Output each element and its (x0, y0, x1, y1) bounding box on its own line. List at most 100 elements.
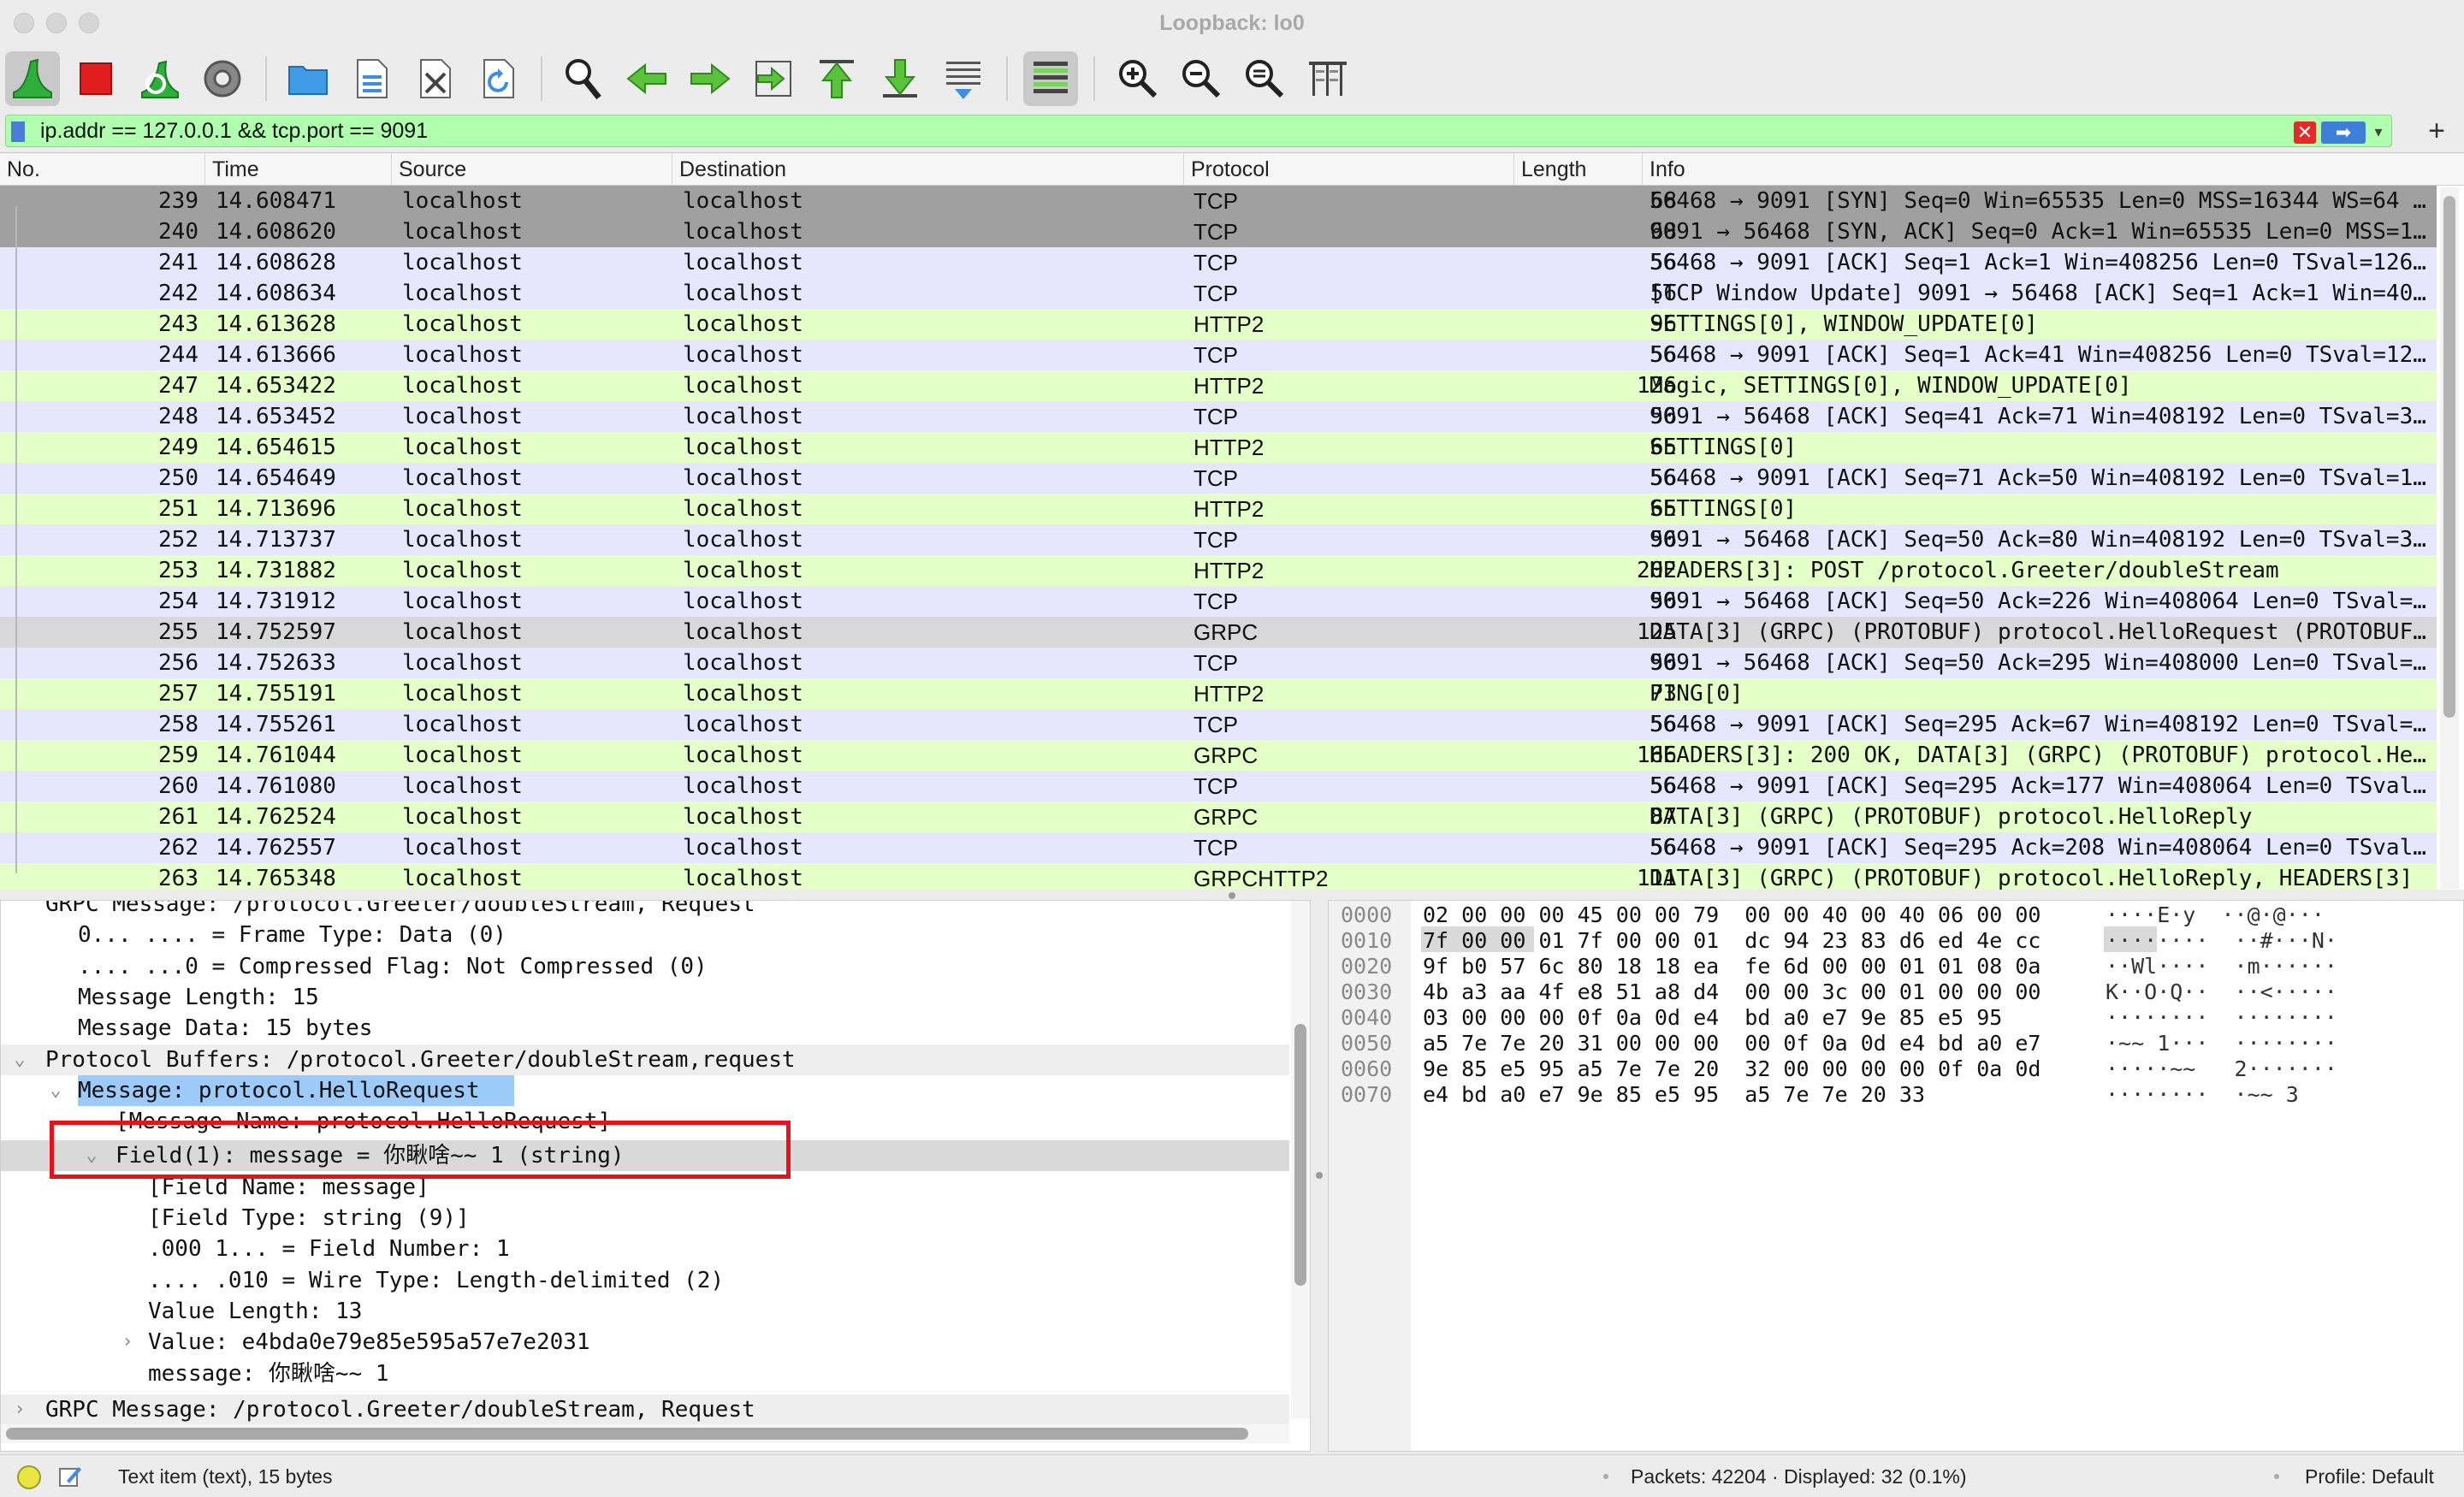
start-capture-button[interactable] (5, 51, 60, 106)
detail-tree-item[interactable]: ⌄ Message: protocol.HelloRequest (1, 1074, 1289, 1106)
apply-filter-icon[interactable]: ➡ (2321, 121, 2366, 144)
zoom-in-button[interactable] (1111, 51, 1165, 106)
bytes-ascii[interactable]: ·····~~ 2······· (2106, 1056, 2337, 1082)
detail-tree-item[interactable]: Value Length: 13 (1, 1296, 1289, 1327)
packet-row[interactable]: 253 14.731882 localhost localhost HTTP2 202 HE… (0, 555, 2437, 586)
packet-row[interactable]: 254 14.731912 localhost localhost TCP 56 9091 … (0, 586, 2437, 617)
packet-row[interactable]: 256 14.752633 localhost localhost TCP 56 9091 … (0, 648, 2437, 678)
packet-row[interactable]: 258 14.755261 localhost localhost TCP 56 56468… (0, 709, 2437, 740)
reload-file-button[interactable] (471, 51, 525, 106)
packet-row[interactable]: 262 14.762557 localhost localhost TCP 56 56468… (0, 832, 2437, 863)
go-to-packet-button[interactable] (746, 51, 801, 106)
packet-row[interactable]: 239 14.608471 localhost localhost TCP 68 56468… (0, 186, 2437, 216)
bytes-offset[interactable]: 0020 (1341, 954, 1392, 979)
zoom-out-button[interactable] (1174, 51, 1229, 106)
bytes-ascii[interactable]: ··Wl···· ·m······ (2106, 954, 2337, 979)
detail-tree-item[interactable]: [Message Name: protocol.HelloRequest] (1, 1106, 1289, 1137)
status-profile[interactable]: Profile: Default (2305, 1455, 2434, 1497)
packet-row[interactable]: 255 14.752597 localhost localhost GRPC 125 DAT… (0, 617, 2437, 648)
packet-row[interactable]: 252 14.713737 localhost localhost TCP 56 9091 … (0, 524, 2437, 555)
bytes-offset[interactable]: 0000 (1341, 902, 1392, 928)
detail-tree-item[interactable]: .... .010 = Wire Type: Length-delimited … (1, 1265, 1289, 1296)
packet-list-scroll-thumb[interactable] (2443, 196, 2455, 718)
detail-tree-item[interactable]: ⌄ Protocol Buffers: /protocol.Greeter/dou… (1, 1044, 1289, 1075)
packet-row[interactable]: 257 14.755191 localhost localhost HTTP2 73 PIN… (0, 678, 2437, 709)
resize-columns-button[interactable] (1300, 51, 1355, 106)
bytes-hex[interactable]: a5 7e 7e 20 31 00 00 00 00 0f 0a 0d e4 b… (1423, 1031, 2040, 1056)
clear-filter-icon[interactable]: ✕ (2294, 121, 2316, 144)
expand-chevron-down-icon[interactable]: ⌄ (9, 1044, 30, 1075)
packet-row[interactable]: 259 14.761044 localhost localhost GRPC 166 HEA… (0, 740, 2437, 771)
packet-row[interactable]: 241 14.608628 localhost localhost TCP 56 56468… (0, 247, 2437, 278)
bytes-offset[interactable]: 0060 (1341, 1056, 1392, 1082)
detail-tree-item[interactable]: 0... .... = Frame Type: Data (0) (1, 920, 1289, 950)
details-horizontal-scrollbar[interactable] (1, 1424, 1289, 1443)
column-header-destination[interactable]: Destination (672, 153, 1184, 186)
packet-row[interactable]: 244 14.613666 localhost localhost TCP 56 56468… (0, 340, 2437, 370)
bytes-hex[interactable]: 4b a3 aa 4f e8 51 a8 d4 00 00 3c 00 01 0… (1423, 979, 2040, 1005)
detail-tree-item[interactable]: Message Data: 15 bytes (1, 1013, 1289, 1044)
vertical-splitter[interactable] (1311, 900, 1328, 1452)
packet-row[interactable]: 247 14.653422 localhost localhost HTTP2 126 Ma… (0, 370, 2437, 401)
detail-tree-item[interactable]: .000 1... = Field Number: 1 (1, 1234, 1289, 1264)
bookmark-icon[interactable] (11, 121, 25, 142)
details-horizontal-scroll-thumb[interactable] (6, 1428, 1248, 1440)
last-packet-button[interactable] (873, 51, 927, 106)
bytes-hex[interactable]: 9e 85 e5 95 a5 7e 7e 20 32 00 00 00 00 0… (1423, 1056, 2040, 1082)
bytes-ascii[interactable]: ········ ·~~ 3 (2106, 1082, 2299, 1108)
autoscroll-button[interactable] (936, 51, 991, 106)
horizontal-splitter[interactable] (0, 890, 2464, 900)
bytes-hex[interactable]: 9f b0 57 6c 80 18 18 ea fe 6d 00 00 01 0… (1423, 954, 2040, 979)
go-forward-button[interactable] (683, 51, 737, 106)
bytes-hex[interactable]: 03 00 00 00 0f 0a 0d e4 bd a0 e7 9e 85 e… (1423, 1005, 2002, 1031)
packet-row[interactable]: 251 14.713696 localhost localhost HTTP2 65 SET… (0, 494, 2437, 524)
detail-tree-item[interactable]: message: 你瞅啥~~ 1 (1, 1358, 1289, 1389)
packet-row[interactable]: 242 14.608634 localhost localhost TCP 56 [TCP … (0, 278, 2437, 309)
packet-row[interactable]: 263 14.765348 localhost localhost GRPCHTTP2 1… (0, 863, 2437, 890)
column-header-protocol[interactable]: Protocol (1184, 153, 1514, 186)
detail-tree-item[interactable]: ⌄ Field(1): message = 你瞅啥~~ 1 (string) (1, 1140, 1289, 1172)
display-filter-input[interactable]: ip.addr == 127.0.0.1 && tcp.port == 9091… (5, 115, 2392, 147)
packet-list[interactable]: No. Time Source Destination Protocol Len… (0, 152, 2464, 890)
expand-chevron-right-icon[interactable]: › (117, 1327, 138, 1358)
open-file-button[interactable] (281, 51, 335, 106)
packet-list-scrollbar[interactable] (2440, 187, 2459, 889)
column-header-length[interactable]: Length (1514, 153, 1643, 186)
packet-details-tree[interactable]: GRPC Message: /protocol.Greeter/doubleSt… (0, 900, 1311, 1452)
packet-bytes-pane[interactable]: 0000 02 00 00 00 45 00 00 79 00 00 40 00 … (1328, 900, 2464, 1452)
expand-chevron-down-icon[interactable]: ⌄ (45, 1075, 66, 1106)
bytes-ascii[interactable]: ····E·y ··@·@··· (2106, 902, 2325, 928)
bytes-offset[interactable]: 0030 (1341, 979, 1392, 1005)
packet-row[interactable]: 243 14.613628 localhost localhost HTTP2 96 SET… (0, 309, 2437, 340)
detail-tree-item[interactable]: GRPC Message: /protocol.Greeter/doubleSt… (1, 901, 1289, 920)
detail-tree-item[interactable]: [Field Name: message] (1, 1172, 1289, 1203)
details-vertical-scrollbar[interactable] (1291, 901, 1310, 1418)
bytes-ascii[interactable]: ········ ········ (2106, 1005, 2337, 1031)
expert-info-icon[interactable] (17, 1465, 41, 1489)
go-back-button[interactable] (619, 51, 674, 106)
column-header-no[interactable]: No. (0, 153, 205, 186)
packet-row[interactable]: 249 14.654615 localhost localhost HTTP2 65 SET… (0, 432, 2437, 463)
packet-row[interactable]: 261 14.762524 localhost localhost GRPC 87 DATA… (0, 802, 2437, 832)
bytes-ascii[interactable]: K··O·Q·· ··<····· (2106, 979, 2337, 1005)
column-header-info[interactable]: Info (1643, 153, 2438, 186)
close-file-button[interactable] (407, 51, 462, 106)
packet-row[interactable]: 250 14.654649 localhost localhost TCP 56 56468… (0, 463, 2437, 494)
bytes-ascii[interactable]: ·~~ 1··· ········ (2106, 1031, 2337, 1056)
bytes-hex[interactable]: 7f 00 00 01 7f 00 00 01 dc 94 23 83 d6 e… (1423, 928, 2040, 954)
first-packet-button[interactable] (809, 51, 864, 106)
column-header-time[interactable]: Time (205, 153, 392, 186)
add-filter-button-icon[interactable]: + (2420, 115, 2454, 147)
stop-capture-button[interactable] (68, 51, 123, 106)
details-vertical-scroll-thumb[interactable] (1294, 1024, 1306, 1286)
detail-tree-item[interactable]: › GRPC Message: /protocol.Greeter/doubleS… (1, 1393, 1289, 1425)
detail-tree-item[interactable]: › Value: e4bda0e79e85e595a57e7e2031 (1, 1327, 1289, 1358)
bytes-hex[interactable]: 02 00 00 00 45 00 00 79 00 00 40 00 40 0… (1423, 902, 2040, 928)
normal-size-button[interactable] (1237, 51, 1292, 106)
find-packet-button[interactable] (556, 51, 611, 106)
expand-chevron-down-icon[interactable]: ⌄ (81, 1140, 102, 1171)
restart-capture-button[interactable] (132, 51, 187, 106)
expand-chevron-right-icon[interactable]: › (9, 1394, 30, 1425)
edit-comment-icon[interactable] (58, 1465, 82, 1488)
save-file-button[interactable] (344, 51, 399, 106)
